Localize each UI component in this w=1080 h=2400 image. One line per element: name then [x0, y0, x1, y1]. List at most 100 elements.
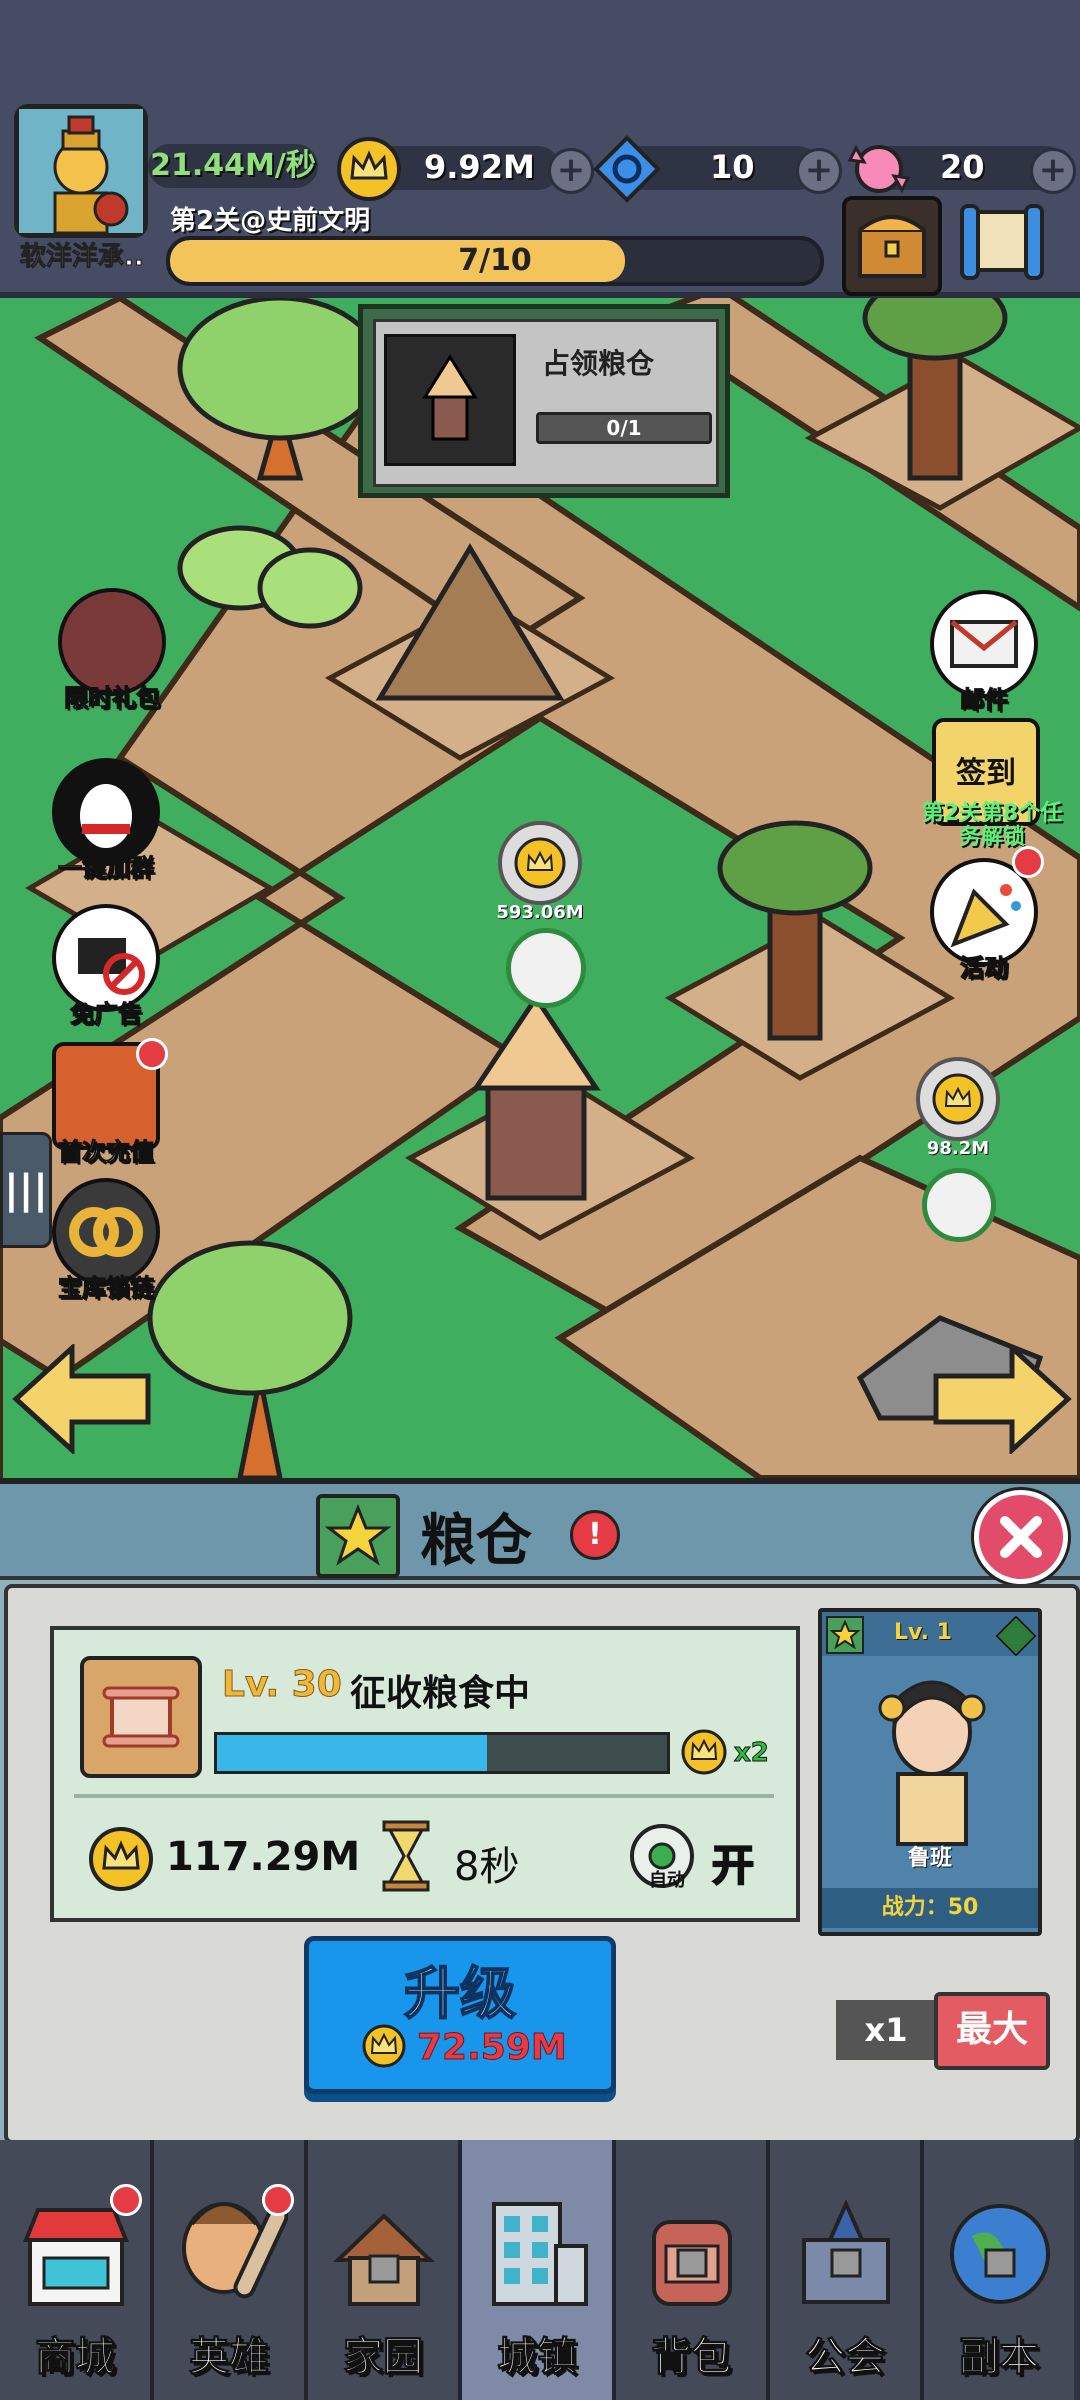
scroll-map-button[interactable]: [952, 198, 1052, 288]
alert-icon[interactable]: !: [570, 1510, 620, 1560]
tab-heroes-badge: [262, 2184, 294, 2216]
quest-card[interactable]: 占领粮仓 0/1: [358, 304, 730, 498]
vault-chain-button[interactable]: 宝库锁链: [52, 1178, 160, 1303]
tab-home-label: 家园: [343, 2334, 424, 2381]
upgrade-crown-icon: [361, 2023, 407, 2073]
player-name: 软洋洋承..: [20, 242, 145, 273]
treasure-chest-icon: [858, 215, 926, 278]
drawer-handle-icon: |||: [4, 1167, 48, 1213]
close-panel-button[interactable]: [974, 1490, 1068, 1584]
scroll-map-icon: [960, 204, 1044, 280]
tab-town[interactable]: 城镇: [462, 2140, 616, 2400]
tab-guild-label: 公会: [805, 2334, 886, 2381]
arrow-right-icon: [933, 1342, 1072, 1456]
crown-amount: 9.92M: [424, 148, 535, 186]
gem-amount: 10: [710, 148, 755, 186]
join-group-button[interactable]: 一键加群: [52, 758, 160, 883]
tab-heroes[interactable]: 英雄: [154, 2140, 308, 2400]
crown-multiplier-icon: [680, 1728, 728, 1780]
activity-badge: [1012, 846, 1044, 878]
quest-granary-icon: [384, 334, 516, 466]
hero-name: 鲁班: [907, 1846, 952, 1871]
info-divider: [74, 1794, 774, 1798]
tab-town-label: 城镇: [497, 2334, 578, 2381]
hero-card[interactable]: Lv. 1 鲁班 战力：50: [818, 1608, 1042, 1936]
limited-gift-button[interactable]: 限时礼包: [58, 588, 166, 713]
worker-portrait-1[interactable]: [506, 928, 586, 1008]
bottom-nav: 商城 英雄 家园 城镇 背包 公会 副本: [0, 2140, 1080, 2400]
auto-state[interactable]: 开: [711, 1832, 755, 1893]
first-recharge-badge: [136, 1038, 168, 1070]
hourglass-icon: [378, 1818, 434, 1898]
auto-toggle[interactable]: 自动: [624, 1818, 704, 1898]
hero-star-icon: [826, 1616, 864, 1654]
player-avatar[interactable]: [14, 104, 148, 238]
star-badge: [316, 1494, 400, 1578]
upgrade-label: 升级: [403, 1961, 517, 2028]
close-icon: [1000, 1516, 1042, 1558]
mail-button[interactable]: 邮件: [930, 590, 1038, 715]
castle-locked-icon: [802, 2199, 890, 2304]
quest-progress: 0/1: [536, 412, 712, 444]
vault-chain-label: 宝库锁链: [58, 1274, 155, 1303]
no-ads-button[interactable]: 免广告: [52, 904, 160, 1029]
collect-multiplier: x2: [734, 1738, 770, 1769]
stage-title: 第2关@史前文明: [170, 206, 371, 236]
star-icon: [324, 1503, 392, 1566]
tab-shop-label: 商城: [35, 2334, 116, 2381]
quantity-x1-button[interactable]: x1: [836, 2000, 936, 2060]
tab-home[interactable]: 家园: [308, 2140, 462, 2400]
gem-icon: [592, 134, 662, 208]
tab-dungeon[interactable]: 副本: [924, 2140, 1074, 2400]
top-bar: 软洋洋承.. 21.44M/秒 9.92M + 10 + 20 + 第2关@史前…: [0, 0, 1080, 298]
building-info-box: Lv. 30 征收粮食中 x2 117.29M 8秒 自动 开: [50, 1626, 800, 1922]
collect-progress-bar: [214, 1732, 670, 1774]
treasure-chest-button[interactable]: [842, 196, 942, 296]
crown-coin-icon: [916, 1057, 1000, 1141]
income-rate: 21.44M/秒: [150, 148, 316, 183]
warrior-portrait-icon: [19, 109, 143, 235]
add-gem-button[interactable]: +: [796, 148, 842, 194]
backpack-locked-icon: [652, 2220, 732, 2306]
stage-progress-text: 7/10: [458, 243, 532, 278]
tab-bag[interactable]: 背包: [616, 2140, 770, 2400]
hero-portrait: [878, 1680, 986, 1846]
map-coin-1-value: 593.06M: [496, 902, 584, 923]
town-map[interactable]: 占领粮仓 0/1 限时礼包 一键加群 免广告 首次充值 宝库锁链 ||| 邮件 …: [0, 298, 1080, 1484]
stage-progress-bar: 7/10: [166, 236, 824, 286]
auto-label: 自动: [649, 1870, 685, 1891]
building-status: 征收粮食中: [350, 1673, 531, 1714]
upgrade-cost: 72.59M: [417, 2027, 568, 2069]
max-button[interactable]: 最大: [934, 1992, 1050, 2070]
next-area-button[interactable]: [932, 1342, 1072, 1456]
map-coin-2[interactable]: 98.2M: [910, 1054, 1006, 1159]
limited-gift-label: 限时礼包: [64, 684, 161, 713]
candy-amount: 20: [940, 148, 985, 186]
crown-amount-icon: [88, 1826, 154, 1896]
add-crown-button[interactable]: +: [548, 148, 594, 194]
panel-header: 粮仓 !: [0, 1484, 1080, 1584]
hero-level: Lv. 1: [894, 1620, 952, 1645]
tab-heroes-label: 英雄: [189, 2334, 270, 2381]
prev-area-button[interactable]: [12, 1342, 152, 1456]
crown-icon: [336, 136, 402, 206]
tab-dungeon-label: 副本: [959, 2334, 1040, 2381]
side-drawer-handle[interactable]: |||: [0, 1132, 52, 1248]
add-candy-button[interactable]: +: [1030, 148, 1076, 194]
collect-timer: 8秒: [454, 1844, 520, 1890]
map-coin-1[interactable]: 593.06M: [492, 818, 588, 923]
city-building-icon: [492, 2202, 588, 2306]
arrow-left-icon: [12, 1342, 151, 1456]
tab-guild[interactable]: 公会: [770, 2140, 924, 2400]
worker-portrait-2[interactable]: [922, 1168, 996, 1242]
tab-shop-badge: [110, 2184, 142, 2216]
upgrade-button[interactable]: 升级 72.59M: [304, 1936, 616, 2094]
tab-shop[interactable]: 商城: [0, 2140, 154, 2400]
panel-title: 粮仓: [420, 1509, 532, 1574]
building-level: Lv. 30: [222, 1664, 343, 1706]
quest-card-inner: 占领粮仓 0/1: [373, 319, 719, 487]
scroll-icon: [80, 1656, 202, 1778]
home-locked-icon: [333, 2213, 435, 2306]
signin-label: 签到: [956, 756, 1016, 791]
hero-power: 战力：50: [822, 1888, 1038, 1928]
